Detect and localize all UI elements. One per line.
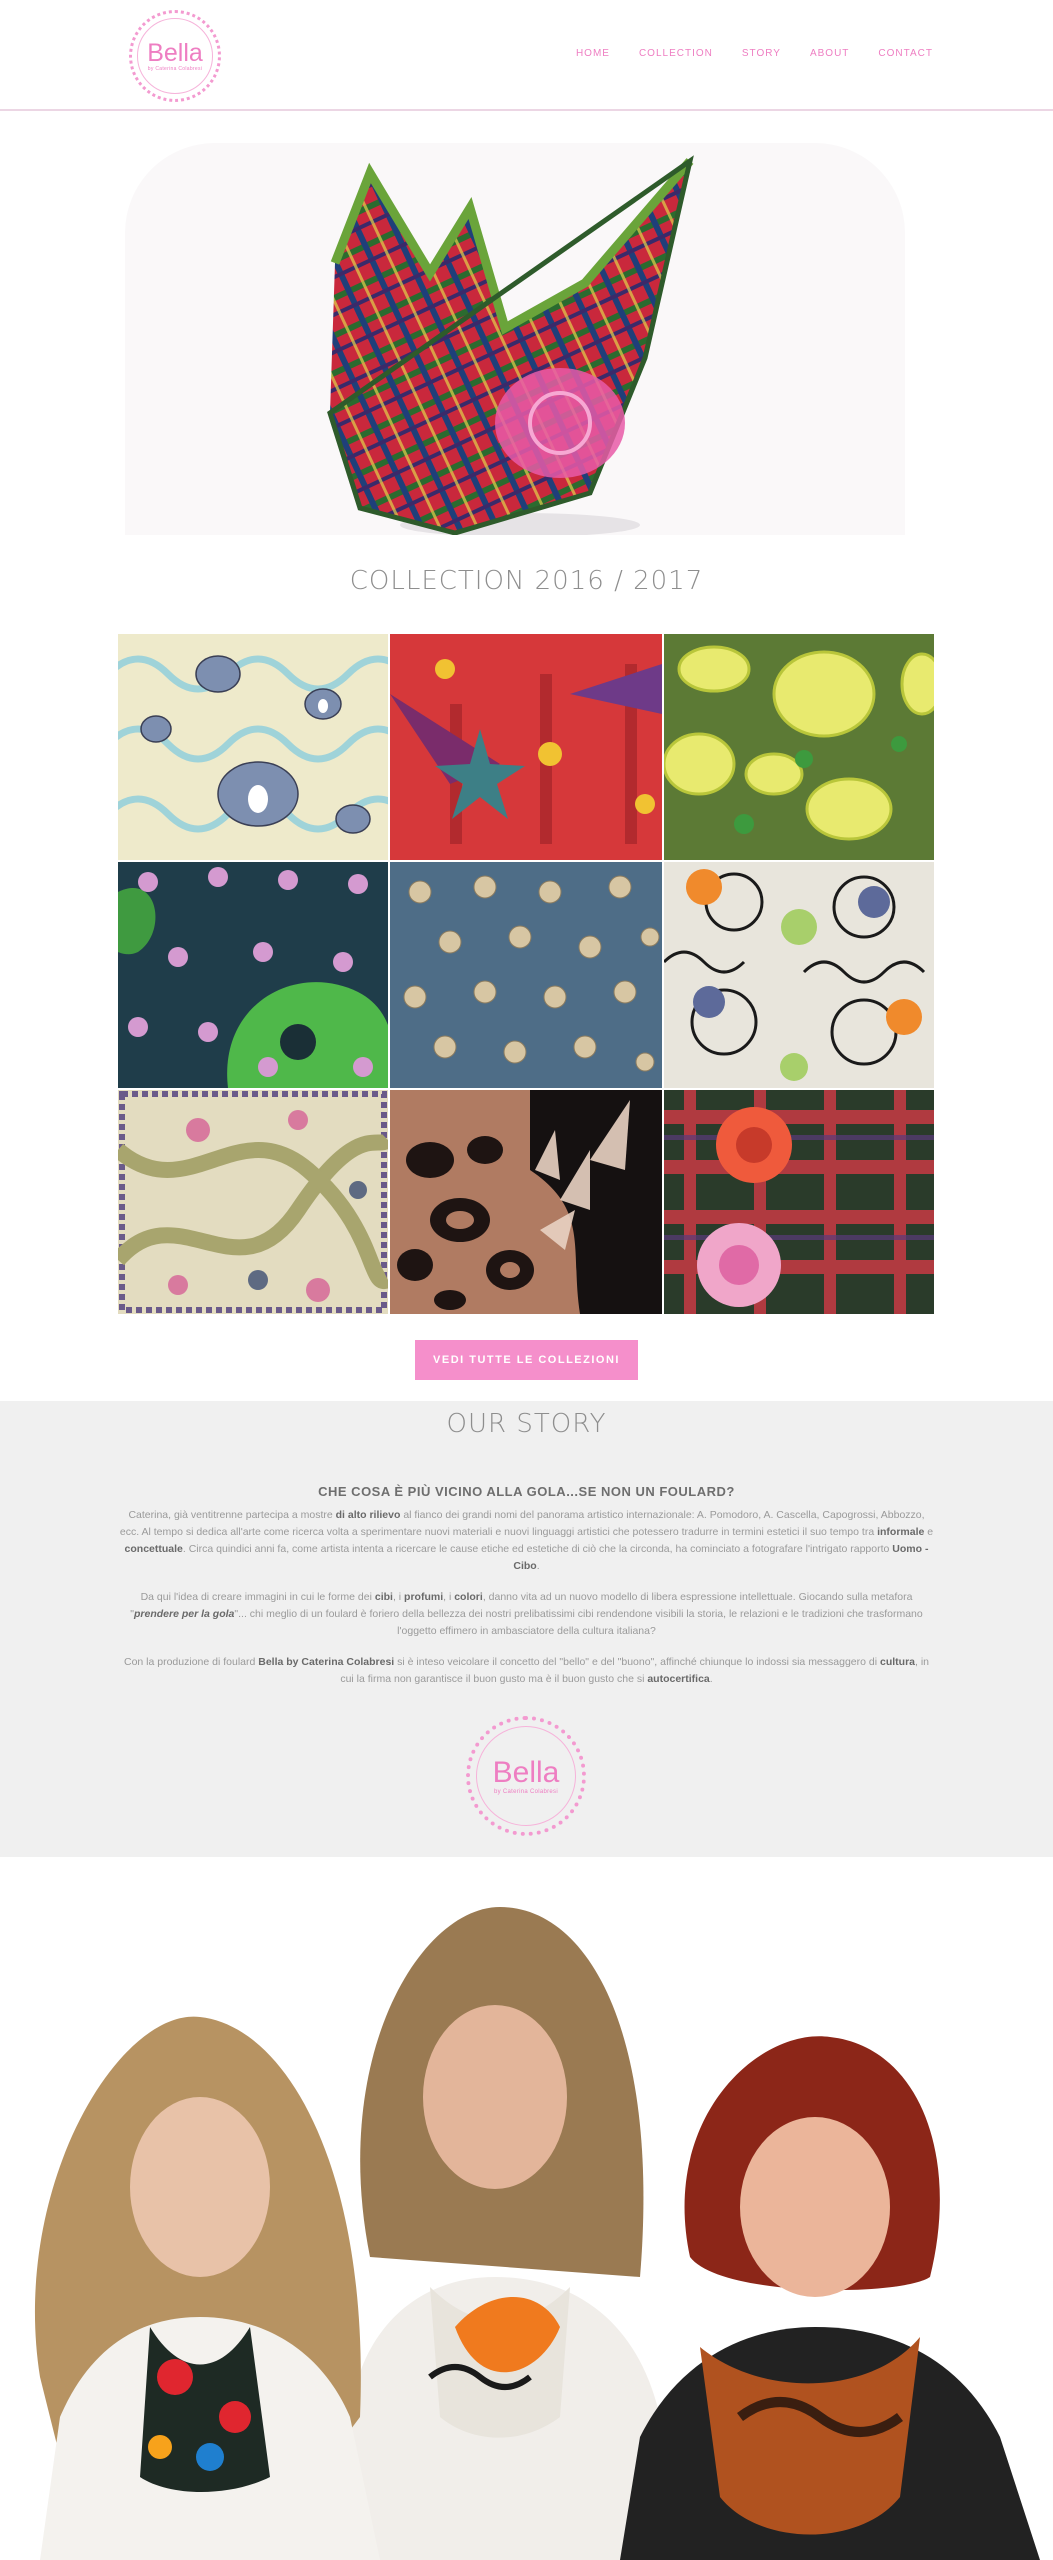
p1-bold-3: concettuale <box>124 1543 183 1555</box>
nav-contact[interactable]: CONTACT <box>878 48 933 59</box>
main-nav: HOME COLLECTION STORY ABOUT CONTACT <box>576 48 933 59</box>
p3-text-e: . <box>709 1673 713 1685</box>
p1-bold-1: di alto rilievo <box>335 1509 401 1521</box>
story-heading: CHE COSA È PIÙ VICINO ALLA GOLA...SE NON… <box>318 1484 735 1499</box>
p2-text-d: , i <box>443 1591 455 1603</box>
p2-bold-2: profumi <box>404 1591 444 1603</box>
p3-bold-1: Bella by Caterina Colabresi <box>258 1656 395 1668</box>
p1-text-a: Caterina, già ventitrenne partecipa a mo… <box>128 1509 336 1521</box>
story-logo: Bella by Caterina Colabresi <box>466 1716 586 1836</box>
story-logo-tagline: by Caterina Colabresi <box>494 1789 558 1795</box>
p3-bold-2: cultura <box>879 1656 915 1668</box>
collection-tile-faces[interactable] <box>664 862 934 1088</box>
collection-tile-leopard[interactable] <box>390 1090 662 1314</box>
p3-bold-3: autocertifica <box>647 1673 710 1685</box>
nav-about[interactable]: ABOUT <box>810 48 849 59</box>
story-title: OUR STORY <box>446 1409 607 1439</box>
collection-tile-mushrooms[interactable] <box>390 862 662 1088</box>
nav-collection[interactable]: COLLECTION <box>639 48 713 59</box>
p3-text-a: Con la produzione di foulard <box>123 1656 259 1668</box>
tartan-pattern-image <box>664 1090 934 1314</box>
nav-story[interactable]: STORY <box>742 48 781 59</box>
collection-tile-lemons[interactable] <box>664 634 934 860</box>
hero-banner <box>0 113 1053 535</box>
view-all-collections-button[interactable]: VEDI TUTTE LE COLLEZIONI <box>415 1340 638 1380</box>
collection-grid <box>118 634 934 1314</box>
collection-tile-stars[interactable] <box>390 634 662 860</box>
collection-title: COLLECTION 2016 / 2017 <box>349 566 704 596</box>
story-section: OUR STORY CHE COSA È PIÙ VICINO ALLA GOL… <box>0 1401 1053 1857</box>
collection-tile-pears[interactable] <box>118 634 388 860</box>
collection-tile-skulls[interactable] <box>118 862 388 1088</box>
brand-logo[interactable]: Bella by Caterina Colabresi <box>129 10 221 102</box>
p2-text-f: "... chi meglio di un foulard è foriero … <box>234 1608 923 1637</box>
story-paragraph-1: Caterina, già ventitrenne partecipa a mo… <box>118 1507 935 1575</box>
collection-tile-tartan[interactable] <box>664 1090 934 1314</box>
logo-tagline: by Caterina Colabresi <box>147 66 203 72</box>
story-logo-ring: Bella by Caterina Colabresi <box>476 1726 576 1826</box>
p1-text-d: e <box>924 1526 934 1538</box>
mushrooms-pattern-image <box>390 862 662 1088</box>
nav-home[interactable]: HOME <box>576 48 610 59</box>
team-photo-image <box>0 1857 1053 2560</box>
lemons-pattern-image <box>664 634 934 860</box>
pears-pattern-image <box>118 634 388 860</box>
team-photo <box>0 1857 1053 2560</box>
story-logo-word: Bella <box>492 1756 560 1789</box>
p1-text-e: . Circa quindici anni fa, come artista i… <box>182 1543 893 1555</box>
story-paragraph-3: Con la produzione di foulard Bella by Ca… <box>118 1654 935 1688</box>
hero-scarf-image <box>327 155 694 535</box>
faces-pattern-image <box>664 862 934 1088</box>
skulls-pattern-image <box>118 862 388 1088</box>
p2-bold-1: cibi <box>374 1591 393 1603</box>
stars-pattern-image <box>390 634 662 860</box>
p2-bold-3: colori <box>454 1591 483 1603</box>
p2-text-a: Da qui l'idea di creare immagini in cui … <box>140 1591 375 1603</box>
leopard-pattern-image <box>390 1090 662 1314</box>
p2-italic-1: prendere per la gola <box>134 1608 235 1620</box>
logo-word: Bella <box>147 39 203 67</box>
p1-bold-2: informale <box>877 1526 925 1538</box>
logo-ring: Bella by Caterina Colabresi <box>137 18 213 94</box>
p3-text-c: si è inteso veicolare il concetto del "b… <box>394 1656 880 1668</box>
story-paragraph-2: Da qui l'idea di creare immagini in cui … <box>118 1589 935 1640</box>
p2-text-c: , i <box>392 1591 405 1603</box>
p1-text-f: . <box>536 1560 540 1572</box>
collection-tile-ribbons[interactable] <box>118 1090 388 1314</box>
site-header: Bella by Caterina Colabresi HOME COLLECT… <box>0 0 1053 111</box>
ribbons-pattern-image <box>118 1090 388 1314</box>
